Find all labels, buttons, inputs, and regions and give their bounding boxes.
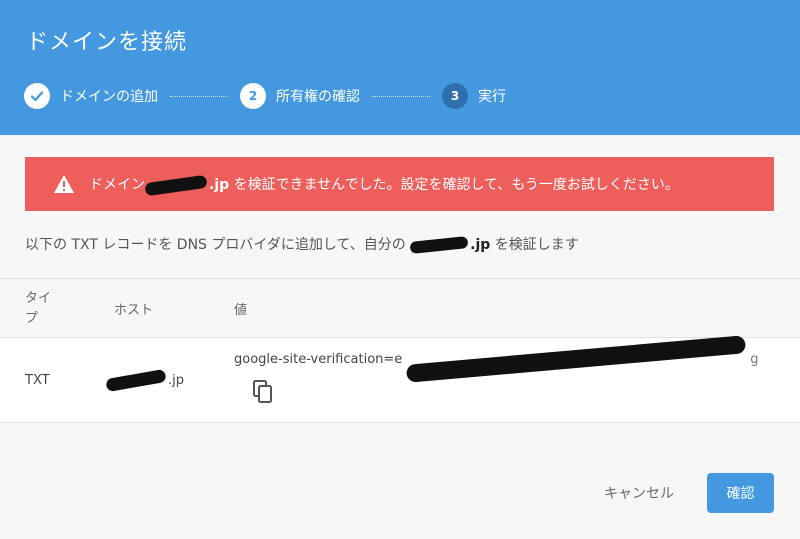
step-number: 2 [240, 83, 266, 109]
copy-icon[interactable] [250, 378, 276, 406]
warning-icon [53, 174, 75, 194]
step-execute: 3 実行 [442, 83, 506, 109]
dialog-title: ドメインを接続 [26, 30, 188, 55]
value-prefix: google-site-verification=e [234, 351, 403, 367]
step-label: ドメインの追加 [60, 89, 158, 105]
host-suffix: .jp [168, 373, 184, 388]
column-header-type: タイプ [25, 291, 52, 326]
step-label: 所有権の確認 [276, 89, 360, 105]
instruction-suffix: を検証します [490, 237, 579, 253]
confirm-button[interactable]: 確認 [707, 473, 774, 513]
dialog-header: ドメインを接続 ドメインの追加 2 所有権の確認 3 実行 [0, 0, 800, 135]
instruction-prefix: 以下の TXT レコードを DNS プロバイダに追加して、自分の [25, 237, 411, 253]
alert-text: ドメイン .jp を検証できませんでした。設定を確認して、もう一度お試しください。 [89, 174, 679, 196]
step-connector [170, 95, 228, 97]
table-row: TXT .jp google-site-verification=e g [0, 335, 800, 423]
cell-host: .jp [105, 368, 184, 393]
redaction-mark [144, 174, 208, 196]
redaction-mark [406, 335, 747, 383]
step-verify-ownership: 2 所有権の確認 [240, 83, 360, 109]
step-add-domain: ドメインの追加 [24, 83, 158, 109]
redaction-mark [409, 236, 469, 254]
value-tail: g [750, 351, 759, 367]
alert-message: を検証できませんでした。設定を確認して、もう一度お試しください。 [229, 177, 679, 193]
cell-value[interactable]: google-site-verification=e g [234, 335, 759, 383]
stepper: ドメインの追加 2 所有権の確認 3 実行 [24, 82, 506, 110]
cancel-button[interactable]: キャンセル [590, 475, 688, 511]
instruction-domain: .jp [470, 237, 491, 253]
instruction-text: 以下の TXT レコードを DNS プロバイダに追加して、自分の .jp を検証… [25, 234, 579, 254]
table-header: タイプ ホスト 値 [0, 278, 800, 337]
cell-type: TXT [25, 373, 50, 388]
column-header-host: ホスト [114, 303, 154, 318]
check-icon [24, 83, 50, 109]
alert-domain: .jp [209, 177, 230, 193]
step-label: 実行 [478, 89, 506, 105]
step-connector [372, 95, 430, 97]
column-header-value: 値 [234, 303, 248, 318]
alert-prefix: ドメイン [89, 177, 145, 193]
dns-record-table: タイプ ホスト 値 TXT .jp google-site-verificati… [0, 278, 800, 423]
step-number: 3 [442, 83, 468, 109]
redaction-mark [105, 368, 167, 393]
error-alert: ドメイン .jp を検証できませんでした。設定を確認して、もう一度お試しください。 [25, 157, 774, 211]
